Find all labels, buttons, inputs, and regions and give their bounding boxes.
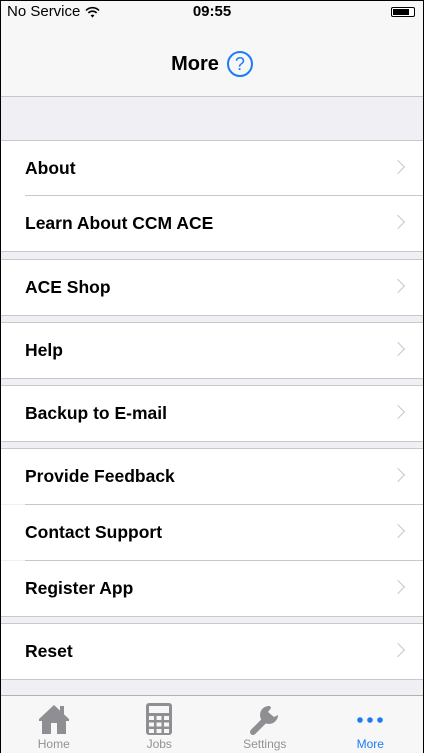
separator — [1, 616, 423, 617]
menu-item-help[interactable]: Help — [1, 323, 423, 378]
battery-fill — [393, 9, 409, 15]
page-title: More — [171, 52, 219, 75]
menu-item-label: Register App — [25, 578, 134, 598]
chevron-right-icon — [390, 341, 406, 357]
menu-item-label: About — [25, 158, 76, 178]
separator — [1, 679, 423, 680]
tab-settings[interactable]: Settings — [212, 696, 318, 753]
menu-item-learn-about-ccm-ace[interactable]: Learn About CCM ACE — [1, 196, 423, 251]
tab-label: Settings — [243, 737, 287, 751]
chevron-right-icon — [390, 404, 406, 420]
menu-item-label: Learn About CCM ACE — [25, 213, 214, 233]
chevron-right-icon — [390, 278, 406, 294]
menu-item-contact-support[interactable]: Contact Support — [1, 505, 423, 560]
chevron-right-icon — [390, 214, 406, 230]
menu-item-label: Contact Support — [25, 522, 163, 542]
menu-item-label: ACE Shop — [25, 277, 111, 297]
tab-home[interactable]: Home — [1, 696, 107, 753]
nav-title-group: More ? — [1, 51, 423, 77]
menu-item-ace-shop[interactable]: ACE Shop — [1, 260, 423, 315]
menu-item-label: Help — [25, 340, 63, 360]
tab-label: Jobs — [146, 737, 172, 751]
menu-item-label: Backup to E-mail — [25, 403, 167, 423]
chevron-right-icon — [390, 579, 406, 595]
menu-item-reset[interactable]: Reset — [1, 624, 423, 679]
help-icon[interactable]: ? — [226, 51, 253, 77]
more-dots-icon — [357, 717, 384, 723]
menu-item-label: Provide Feedback — [25, 466, 175, 486]
separator — [1, 378, 423, 379]
home-icon — [38, 705, 69, 734]
status-time: 09:55 — [192, 3, 232, 20]
menu-item-label: Reset — [25, 641, 73, 661]
tab-label: Home — [37, 737, 70, 751]
navigation-bar: More ? — [1, 21, 423, 97]
separator — [1, 315, 423, 316]
menu-item-about[interactable]: About — [1, 141, 423, 196]
menu-item-register-app[interactable]: Register App — [1, 561, 423, 616]
tab-more[interactable]: More — [318, 696, 424, 753]
chevron-right-icon — [390, 467, 406, 483]
battery-icon — [391, 7, 415, 17]
menu-item-backup-to-email[interactable]: Backup to E-mail — [1, 386, 423, 441]
menu-item-provide-feedback[interactable]: Provide Feedback — [1, 449, 423, 504]
chevron-right-icon — [390, 523, 406, 539]
tab-label: More — [356, 737, 384, 751]
wrench-icon — [249, 705, 278, 735]
chevron-right-icon — [390, 159, 406, 175]
tab-jobs[interactable]: Jobs — [107, 696, 213, 753]
tab-bar: Home Jobs Settings More — [1, 695, 423, 753]
calculator-icon — [146, 703, 173, 735]
separator — [1, 251, 423, 252]
chevron-right-icon — [390, 642, 406, 658]
separator — [1, 441, 423, 442]
